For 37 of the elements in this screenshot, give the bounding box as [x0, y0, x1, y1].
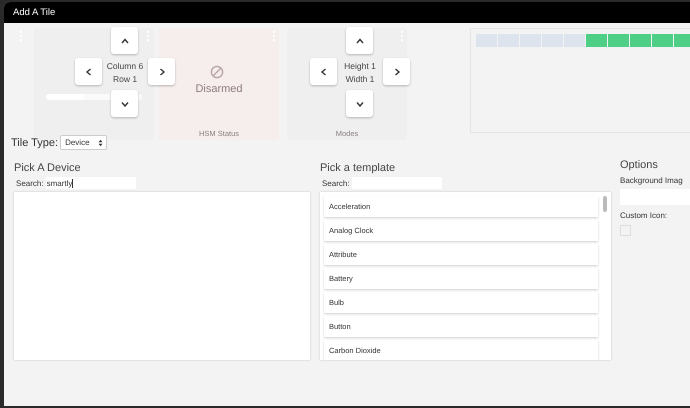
search-label: Search:	[322, 178, 350, 188]
ban-icon	[210, 65, 224, 79]
tile-state: Disarmed	[194, 83, 244, 95]
up-button[interactable]	[111, 27, 138, 54]
section-title: Pick A Device	[14, 162, 82, 174]
scrollbar-thumb[interactable]	[603, 196, 607, 212]
chevron-up-icon	[354, 36, 364, 46]
section-title: Options	[620, 159, 659, 171]
grid-cell[interactable]	[674, 34, 690, 47]
left-button[interactable]	[310, 58, 337, 85]
window-title: Add A Tile	[13, 7, 56, 18]
grid-cell[interactable]	[630, 34, 651, 47]
position-text: Width 1	[346, 73, 374, 86]
position-text: Row 1	[112, 73, 138, 86]
up-button[interactable]	[346, 27, 373, 54]
chevron-up-icon	[120, 36, 130, 46]
updown-icon	[98, 138, 103, 146]
right-button[interactable]	[383, 58, 410, 85]
grid-cell[interactable]	[652, 34, 673, 47]
grid-cell[interactable]	[564, 34, 585, 47]
section-title: Pick a template	[320, 162, 396, 174]
left-button[interactable]	[75, 58, 102, 85]
tile-type-select[interactable]: Device	[60, 135, 107, 150]
background-image-label: Background Imag	[620, 176, 684, 185]
position-text: Column 6	[106, 60, 144, 73]
chevron-left-icon	[84, 66, 94, 76]
position-text: Height 1	[344, 60, 376, 73]
tile-type-label: Tile Type:	[11, 136, 58, 148]
search-label: Search:	[16, 178, 44, 188]
search-field[interactable]: smartly	[46, 177, 136, 189]
chevron-left-icon	[318, 66, 328, 76]
grid-cell[interactable]	[586, 34, 607, 47]
down-button[interactable]	[346, 90, 373, 117]
grid-cell[interactable]	[608, 34, 629, 47]
down-button[interactable]	[111, 90, 138, 117]
custom-icon-label: Custom Icon:	[620, 211, 668, 220]
right-button[interactable]	[148, 58, 175, 85]
